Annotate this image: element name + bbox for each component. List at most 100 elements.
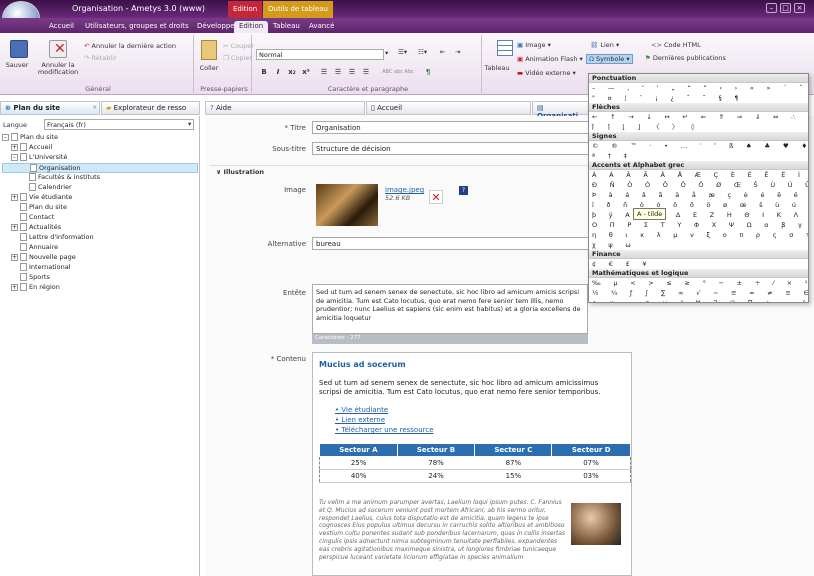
tab-accueil[interactable]: Accueil (44, 21, 79, 33)
case-buttons-icon[interactable]: ABC abc Abc (378, 67, 418, 78)
tree-item[interactable]: International (2, 263, 198, 273)
tree-item[interactable]: Contact (2, 213, 198, 223)
expand-icon[interactable]: + (11, 283, 18, 291)
table-cell[interactable]: 40% (319, 469, 398, 483)
tree-item[interactable]: Organisation (2, 163, 198, 173)
tree-item[interactable]: + Actualités (2, 223, 198, 233)
save-button[interactable] (8, 40, 30, 60)
subscript-button[interactable]: x₂ (286, 67, 298, 78)
bullet-list-icon[interactable]: ☰▾ (398, 48, 407, 56)
context-tab-edition[interactable]: Edition (228, 1, 263, 18)
table-cell[interactable]: 87% (474, 456, 552, 470)
charmap-row[interactable]: χ ψ ω (589, 240, 808, 250)
tab-accueil-page[interactable]: ▯ Accueil (366, 101, 531, 115)
numbered-list-icon[interactable]: ☷▾ (418, 48, 427, 56)
charmap-row[interactable]: ← ↑ → ↓ ↔ ↵ ⇐ ⇑ ⇒ ⇓ ⇔ ∴ ⊕ ⊗ ⊥ · (589, 112, 808, 122)
style-dropdown-icon[interactable]: ▾ (385, 49, 388, 57)
paste-button[interactable]: Coller (196, 64, 222, 72)
tab-aide[interactable]: ? Aide (205, 101, 365, 115)
align-right-icon[interactable]: ☰ (346, 67, 358, 78)
align-left-icon[interactable]: ☰ (318, 67, 330, 78)
tab-explorateur[interactable]: ▰ Explorateur de resso (101, 101, 200, 115)
help-image-icon[interactable]: ? (459, 186, 468, 195)
tab-plan-du-site[interactable]: ⊛ Plan du site (0, 101, 100, 115)
tab-organisation-page[interactable]: ▤ Organisati (532, 101, 592, 120)
table-cell[interactable]: 15% (474, 469, 552, 483)
charmap-row[interactable]: " ¤ ¦ ¨ ¡ ¿ ˆ ˜ § ¶ (589, 93, 808, 103)
link-button[interactable]: ⛓ Lien ▾ (590, 41, 619, 49)
expand-icon[interactable]: + (11, 193, 18, 201)
link-telecharger[interactable]: • Télécharger une ressource (335, 425, 434, 435)
cancel-modification-button[interactable]: ✕ (47, 40, 69, 60)
charmap-row[interactable]: ⌈ ⌉ ⌊ ⌋ 〈 〉 ◊ (589, 122, 808, 132)
table-header-cell[interactable]: Secteur B (396, 443, 476, 457)
tree-item[interactable]: Facultés & instituts (2, 173, 198, 183)
tab-utilisateurs[interactable]: Utilisateurs, groupes et droits (80, 21, 194, 33)
flash-button[interactable]: ▣ Animation Flash ▾ (517, 55, 583, 63)
maximize-icon[interactable]: □ (780, 3, 791, 13)
tab-tableau[interactable]: Tableau (268, 21, 305, 33)
charmap-row[interactable]: ‰ µ < > ≤ ≥ ° − ± ÷ ⁄ × ¹ ² ³ ¼ (589, 278, 808, 288)
tree-item[interactable]: Plan du site (2, 203, 198, 213)
charmap-row[interactable]: þ ÿ Α Β Γ Δ Ε Ζ Η Θ Ι Κ Λ Μ Ν Ξ (589, 210, 808, 220)
tree-item[interactable]: Annuaire (2, 243, 198, 253)
tree-item[interactable]: Sports (2, 273, 198, 283)
charmap-row[interactable]: ï ð ñ ò ó ô õ ö ø œ š ù ú û ü ý (589, 200, 808, 210)
expand-icon[interactable]: + (11, 253, 18, 261)
charmap-row[interactable]: ª † ‡ (589, 151, 808, 161)
bold-button[interactable]: B (258, 67, 270, 78)
close-window-icon[interactable]: × (794, 3, 805, 13)
table-button[interactable]: Tableau (484, 64, 510, 72)
indent-icon[interactable]: ⇥ (455, 48, 460, 56)
tree-item[interactable]: + Nouvelle page (2, 253, 198, 263)
video-button[interactable]: ▬ Vidéo externe ▾ (517, 69, 576, 77)
symbol-button[interactable]: Ω Symbole ▾ (586, 54, 633, 64)
close-tab-plan-icon[interactable]: × (92, 103, 97, 111)
rich-text-editor[interactable]: Mucius ad socerum Sed ut tum ad senem se… (312, 352, 632, 576)
charmap-row[interactable]: À Á Â Ã Ä Å Æ Ç È É Ê Ë Ì Í Î Ï (589, 170, 808, 180)
paragraph-format-icon[interactable]: ¶ (422, 67, 434, 78)
charmap-row[interactable]: ½ ¾ ƒ ∫ ∑ ∞ √ ∼ ≅ ≈ ≠ ≡ ∈ ∉ ∋ ∏ (589, 288, 808, 298)
italic-paragraph[interactable]: Tu velim a me animum parumper avertas, L… (319, 499, 567, 561)
entete-textarea[interactable]: Sed ut tum ad senem senex de senectute, … (312, 284, 588, 334)
table-cell[interactable]: 24% (397, 469, 475, 483)
charmap-row[interactable]: Ο Π Ρ Σ Τ Υ Φ Χ Ψ Ω α β γ δ ε ζ (589, 220, 808, 230)
undo-button[interactable]: ↶ Annuler la dernière action (84, 42, 176, 50)
style-select[interactable]: Normal (256, 49, 384, 60)
tree-item[interactable]: - Plan du site (2, 133, 198, 143)
expand-icon[interactable]: + (11, 223, 18, 231)
table-header-cell[interactable]: Secteur C (474, 443, 553, 457)
table-header-cell[interactable]: Secteur D (551, 443, 631, 457)
italic-button[interactable]: I (272, 67, 284, 78)
code-html-button[interactable]: <> Code HTML (651, 41, 701, 49)
charmap-row[interactable]: ∧ ∨ ¬ ∩ ∪ ∂ ∀ ∃ ∅ ∇ ∗ ∝ ∠ ¬ ⊂ ⊃ (589, 298, 808, 302)
language-dropdown-icon[interactable]: ▾ (188, 120, 191, 128)
charmap-row[interactable]: – — ‚ ‘ ’ „ “ ” ‹ › « » ´ ˆ ¨ ¸ ‐ – — (589, 83, 808, 93)
align-center-icon[interactable]: ☰ (332, 67, 344, 78)
expand-icon[interactable]: + (11, 143, 18, 151)
cut-button[interactable]: ✂ Couper (223, 42, 254, 50)
tree-item[interactable]: + Accueil (2, 143, 198, 153)
outdent-icon[interactable]: ⇤ (440, 48, 445, 56)
symbol-panel[interactable]: Ponctuation– — ‚ ‘ ’ „ “ ” ‹ › « » ´ ˆ ¨… (588, 73, 809, 303)
content-paragraph[interactable]: Sed ut tum ad senem senex de senectute, … (319, 379, 609, 397)
link-vie-etudiante[interactable]: • Vie étudiante (335, 405, 434, 415)
charmap-row[interactable]: ¢ € £ ¥ (589, 259, 808, 269)
tree-item[interactable]: - L'Université (2, 153, 198, 163)
redo-button[interactable]: ↷ Rétablir (84, 54, 117, 62)
image-file-link[interactable]: image.jpeg (385, 186, 424, 194)
sector-table[interactable]: Secteur A Secteur B Secteur C Secteur D … (319, 443, 631, 483)
table-icon[interactable] (497, 40, 513, 56)
link-externe[interactable]: • Lien externe (335, 415, 434, 425)
tree-item[interactable]: + En région (2, 283, 198, 293)
delete-image-icon[interactable]: ✕ (429, 190, 443, 204)
superscript-button[interactable]: x² (300, 67, 312, 78)
titre-input[interactable]: Organisation (312, 121, 612, 134)
tab-avance[interactable]: Avancé (304, 21, 339, 33)
tree-item[interactable]: Calendrier (2, 183, 198, 193)
tab-edition[interactable]: Edition (234, 21, 269, 33)
table-header-cell[interactable]: Secteur A (319, 443, 398, 457)
latest-publications-button[interactable]: ⚑ Dernières publications (645, 54, 726, 62)
table-cell[interactable]: 25% (319, 456, 398, 470)
alternative-input[interactable]: bureau (312, 237, 612, 250)
